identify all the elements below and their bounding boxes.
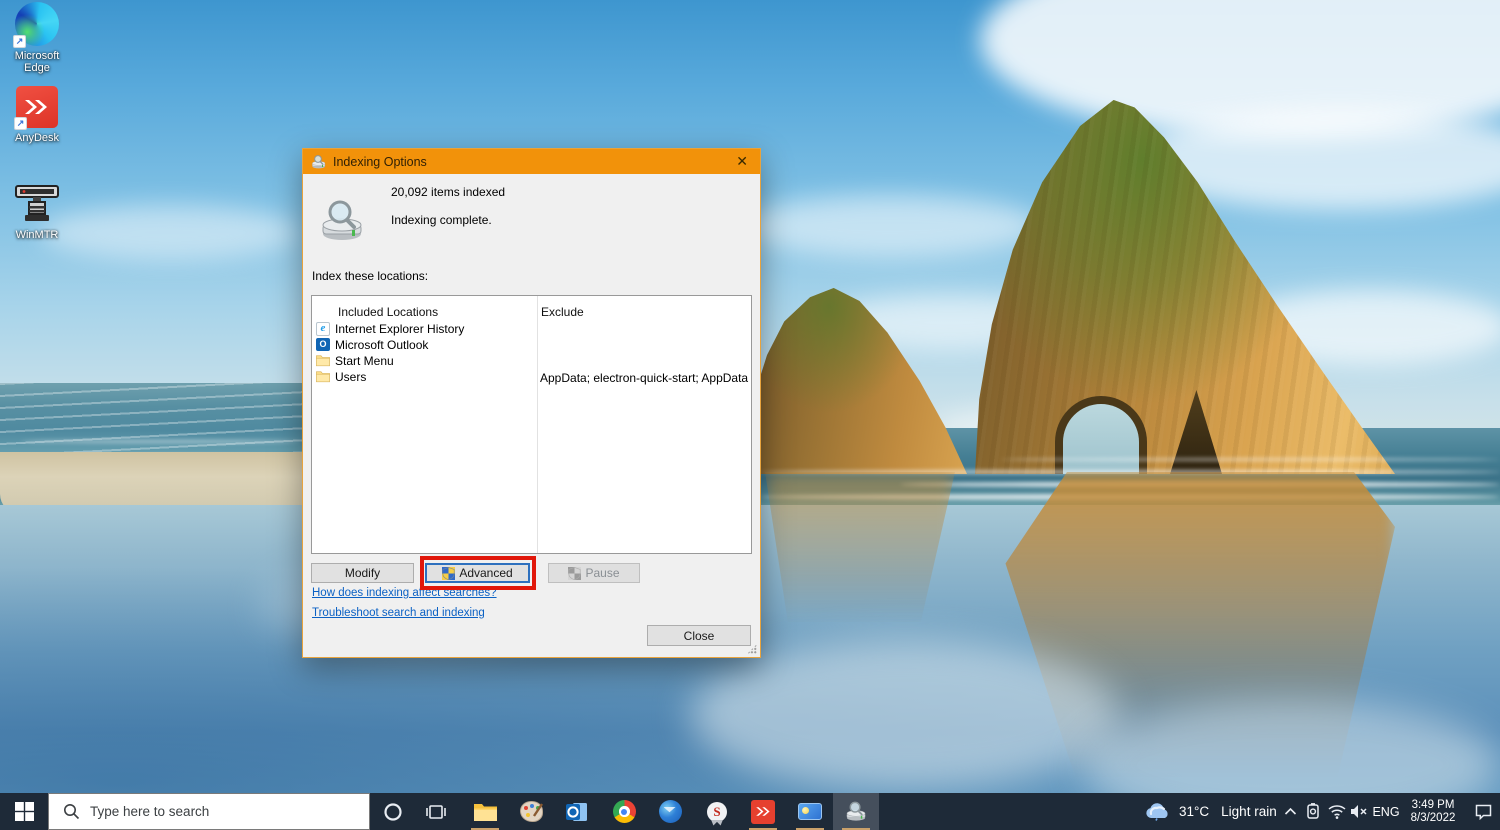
list-item-label: Start Menu xyxy=(335,354,394,368)
thunderbird-icon xyxy=(659,800,682,823)
dialog-title-bar[interactable]: Indexing Options ✕ xyxy=(303,149,760,174)
wallpaper-arch-hole xyxy=(1063,404,1139,474)
start-button[interactable] xyxy=(0,793,48,830)
anydesk-icon xyxy=(751,800,775,824)
volume-muted-icon xyxy=(1350,804,1368,819)
taskbar-app-file-explorer[interactable] xyxy=(462,793,508,830)
taskbar-app-s-seal[interactable]: S xyxy=(694,793,740,830)
shortcut-arrow-icon xyxy=(13,35,26,48)
search-placeholder: Type here to search xyxy=(90,804,209,819)
list-item-label: Microsoft Outlook xyxy=(335,338,428,352)
taskbar-app-chrome[interactable] xyxy=(601,793,647,830)
shortcut-arrow-icon xyxy=(14,117,27,130)
cortana-icon xyxy=(383,802,403,822)
clock[interactable]: 3:49 PM 8/3/2022 xyxy=(1401,793,1465,830)
indexing-status-text: Indexing complete. xyxy=(391,213,492,227)
indexed-locations-list[interactable]: Included Locations Exclude e Internet Ex… xyxy=(311,295,752,554)
start-icon xyxy=(15,802,34,821)
list-item-label: Internet Explorer History xyxy=(335,322,464,336)
taskbar-app-blue-panel[interactable] xyxy=(787,793,833,830)
device-icon xyxy=(1305,803,1321,820)
winmtr-icon xyxy=(14,183,60,225)
action-center-button[interactable] xyxy=(1468,793,1498,830)
desktop-screen: Microsoft Edge AnyDesk xyxy=(0,0,1500,830)
taskbar-app-paint[interactable] xyxy=(508,793,554,830)
desktop-icon-microsoft-edge[interactable]: Microsoft Edge xyxy=(8,2,66,74)
outlook-icon: O xyxy=(316,338,330,351)
advanced-button[interactable]: Advanced xyxy=(425,563,530,583)
uac-shield-icon xyxy=(568,567,581,580)
blue-panel-app-icon xyxy=(798,803,822,820)
index-locations-label: Index these locations: xyxy=(312,269,428,283)
weather-condition: Light rain xyxy=(1221,804,1277,819)
dialog-title: Indexing Options xyxy=(333,155,427,169)
modify-button[interactable]: Modify xyxy=(311,563,414,583)
tray-wifi-button[interactable] xyxy=(1325,793,1349,830)
clock-time: 3:49 PM xyxy=(1412,799,1455,812)
pause-button: Pause xyxy=(548,563,640,583)
desktop-icon-anydesk[interactable]: AnyDesk xyxy=(8,86,66,144)
tray-volume-button[interactable] xyxy=(1347,793,1371,830)
exclude-value: AppData; electron-quick-start; AppData xyxy=(540,371,748,385)
action-center-icon xyxy=(1474,803,1493,820)
close-button[interactable]: Close xyxy=(647,625,751,646)
task-view-button[interactable] xyxy=(418,793,454,830)
desktop-icon-label: AnyDesk xyxy=(8,132,66,144)
column-header-exclude: Exclude xyxy=(541,305,584,319)
chrome-icon xyxy=(613,800,636,823)
cloud xyxy=(740,195,1040,257)
column-divider xyxy=(537,296,538,553)
search-icon xyxy=(63,803,80,820)
taskbar-app-indexing-options[interactable] xyxy=(833,793,879,830)
weather-temperature: 31°C xyxy=(1179,804,1209,819)
cloud xyxy=(40,205,300,260)
taskbar-app-thunderbird[interactable] xyxy=(647,793,693,830)
taskbar-app-outlook[interactable] xyxy=(554,793,600,830)
taskbar-weather-widget[interactable]: 31°C Light rain xyxy=(1140,793,1281,830)
s-seal-icon: S xyxy=(707,802,727,822)
task-view-icon xyxy=(426,803,446,821)
troubleshoot-link[interactable]: Troubleshoot search and indexing xyxy=(312,607,485,619)
weather-cloud-icon xyxy=(1144,802,1171,821)
paint-icon xyxy=(520,801,543,822)
wallpaper-surf xyxy=(0,383,310,463)
language-indicator[interactable]: ENG xyxy=(1371,793,1401,830)
cortana-button[interactable] xyxy=(376,793,410,830)
advanced-button-label: Advanced xyxy=(459,566,512,580)
taskbar: Type here to search xyxy=(0,793,1500,830)
file-explorer-icon xyxy=(473,802,498,822)
list-item-label: Users xyxy=(335,370,366,384)
desktop-icon-winmtr[interactable]: WinMTR xyxy=(8,183,66,241)
taskbar-app-anydesk[interactable] xyxy=(740,793,786,830)
index-drive-icon xyxy=(319,197,367,245)
folder-icon xyxy=(316,370,330,383)
tray-device-button[interactable] xyxy=(1301,793,1325,830)
show-hidden-icons-button[interactable] xyxy=(1279,793,1301,830)
column-header-included: Included Locations xyxy=(338,305,438,319)
wifi-icon xyxy=(1328,804,1346,819)
chevron-up-icon xyxy=(1284,807,1297,816)
uac-shield-icon xyxy=(442,567,455,580)
outlook-icon xyxy=(565,801,589,823)
desktop-icon-label: WinMTR xyxy=(8,229,66,241)
close-icon[interactable]: ✕ xyxy=(732,153,752,170)
search-input[interactable]: Type here to search xyxy=(48,793,370,830)
pause-button-label: Pause xyxy=(585,566,619,580)
internet-explorer-history-icon: e xyxy=(316,322,330,336)
items-indexed-text: 20,092 items indexed xyxy=(391,185,505,199)
indexing-help-link[interactable]: How does indexing affect searches? xyxy=(312,587,497,599)
clock-date: 8/3/2022 xyxy=(1411,812,1456,825)
indexing-options-icon xyxy=(311,154,327,170)
indexing-options-dialog: Indexing Options ✕ 20,092 items indexed … xyxy=(302,148,761,658)
folder-icon xyxy=(316,354,330,367)
indexing-options-icon xyxy=(845,800,868,823)
desktop-icon-label: Microsoft Edge xyxy=(8,50,66,74)
